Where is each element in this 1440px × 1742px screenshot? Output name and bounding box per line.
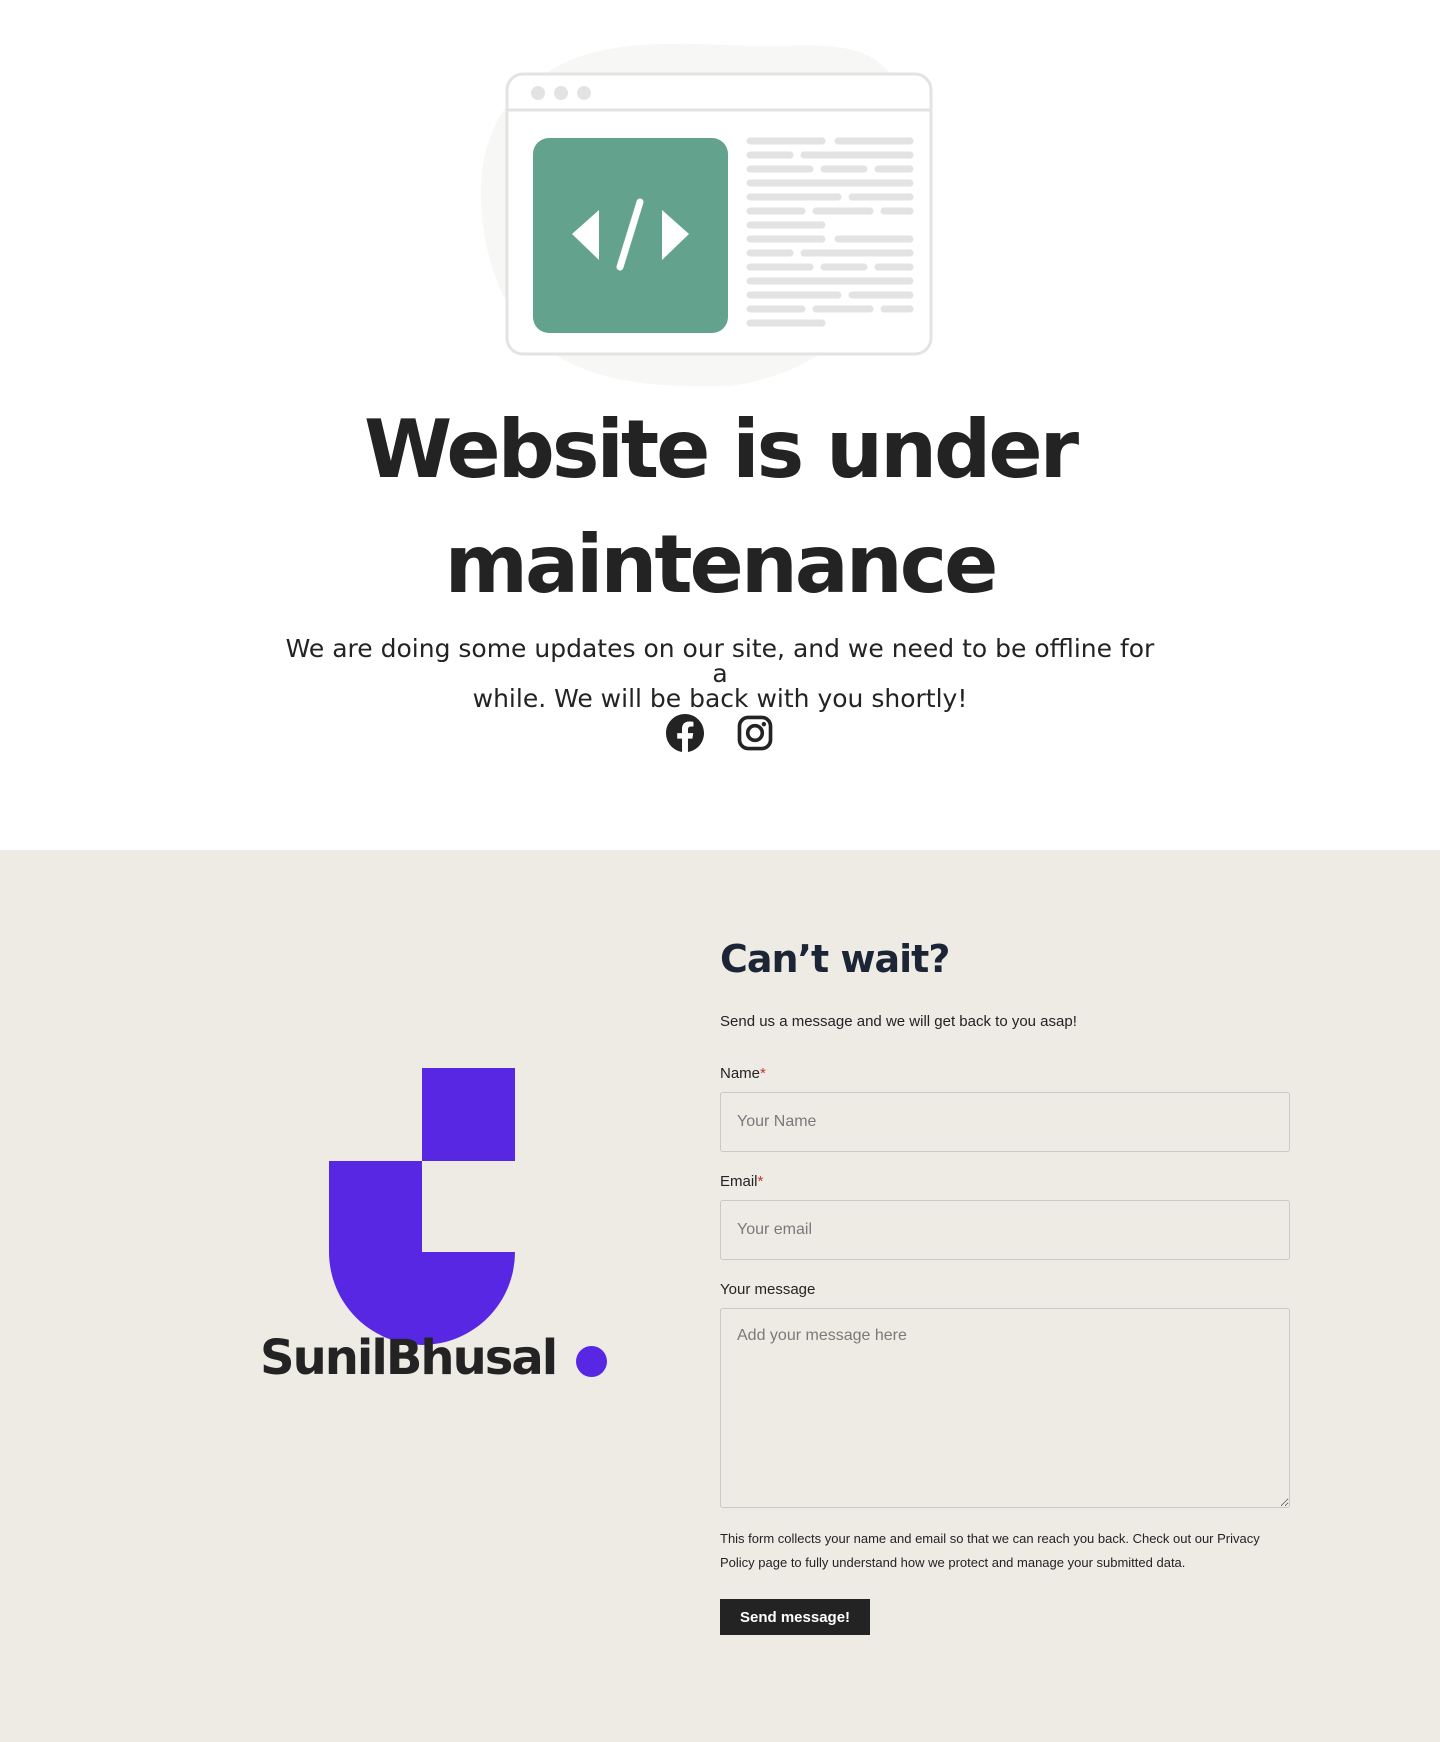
contact-lead: Send us a message and we will get back t… (720, 1013, 1077, 1030)
name-input[interactable] (720, 1092, 1290, 1152)
page-subtitle-line1: We are doing some updates on our site, a… (285, 634, 1155, 688)
page-title: Website is under maintenance (0, 392, 1440, 622)
logo-wordmark: SunilBhusal (260, 1330, 558, 1386)
privacy-notice-line2: Policy page to fully understand how we p… (720, 1555, 1186, 1570)
contact-form: Can’t wait? Send us a message and we wil… (720, 934, 1290, 1635)
email-input[interactable] (720, 1200, 1290, 1260)
message-label: Your message (720, 1281, 816, 1298)
instagram-icon (737, 715, 773, 751)
browser-code-illustration (480, 43, 933, 387)
contact-section: SunilBhusal Can’t wait? Send us a messag… (0, 850, 1440, 1742)
email-required-mark: * (757, 1173, 764, 1190)
social-links (0, 714, 1440, 752)
page-title-line1: Website is under (363, 403, 1079, 496)
name-label: Name* (720, 1065, 766, 1082)
page-subtitle-line2: while. We will be back with you shortly! (472, 684, 968, 713)
privacy-notice-line1: This form collects your name and email s… (720, 1531, 1260, 1546)
maintenance-hero: Website is under maintenance We are doin… (0, 0, 1440, 850)
send-message-button[interactable]: Send message! (720, 1599, 871, 1635)
email-label: Email* (720, 1173, 763, 1190)
contact-title: Can’t wait? (720, 937, 950, 981)
instagram-link[interactable] (736, 714, 774, 752)
facebook-icon (666, 714, 704, 752)
email-label-text: Email (720, 1173, 758, 1190)
page-title-line2: maintenance (444, 518, 999, 611)
privacy-notice: This form collects your name and email s… (720, 1527, 1290, 1575)
logo-dot (576, 1346, 607, 1377)
page-subtitle: We are doing some updates on our site, a… (280, 636, 1160, 711)
message-textarea[interactable] (720, 1308, 1290, 1508)
name-label-text: Name (720, 1065, 761, 1082)
name-required-mark: * (760, 1065, 766, 1082)
facebook-link[interactable] (666, 714, 704, 752)
